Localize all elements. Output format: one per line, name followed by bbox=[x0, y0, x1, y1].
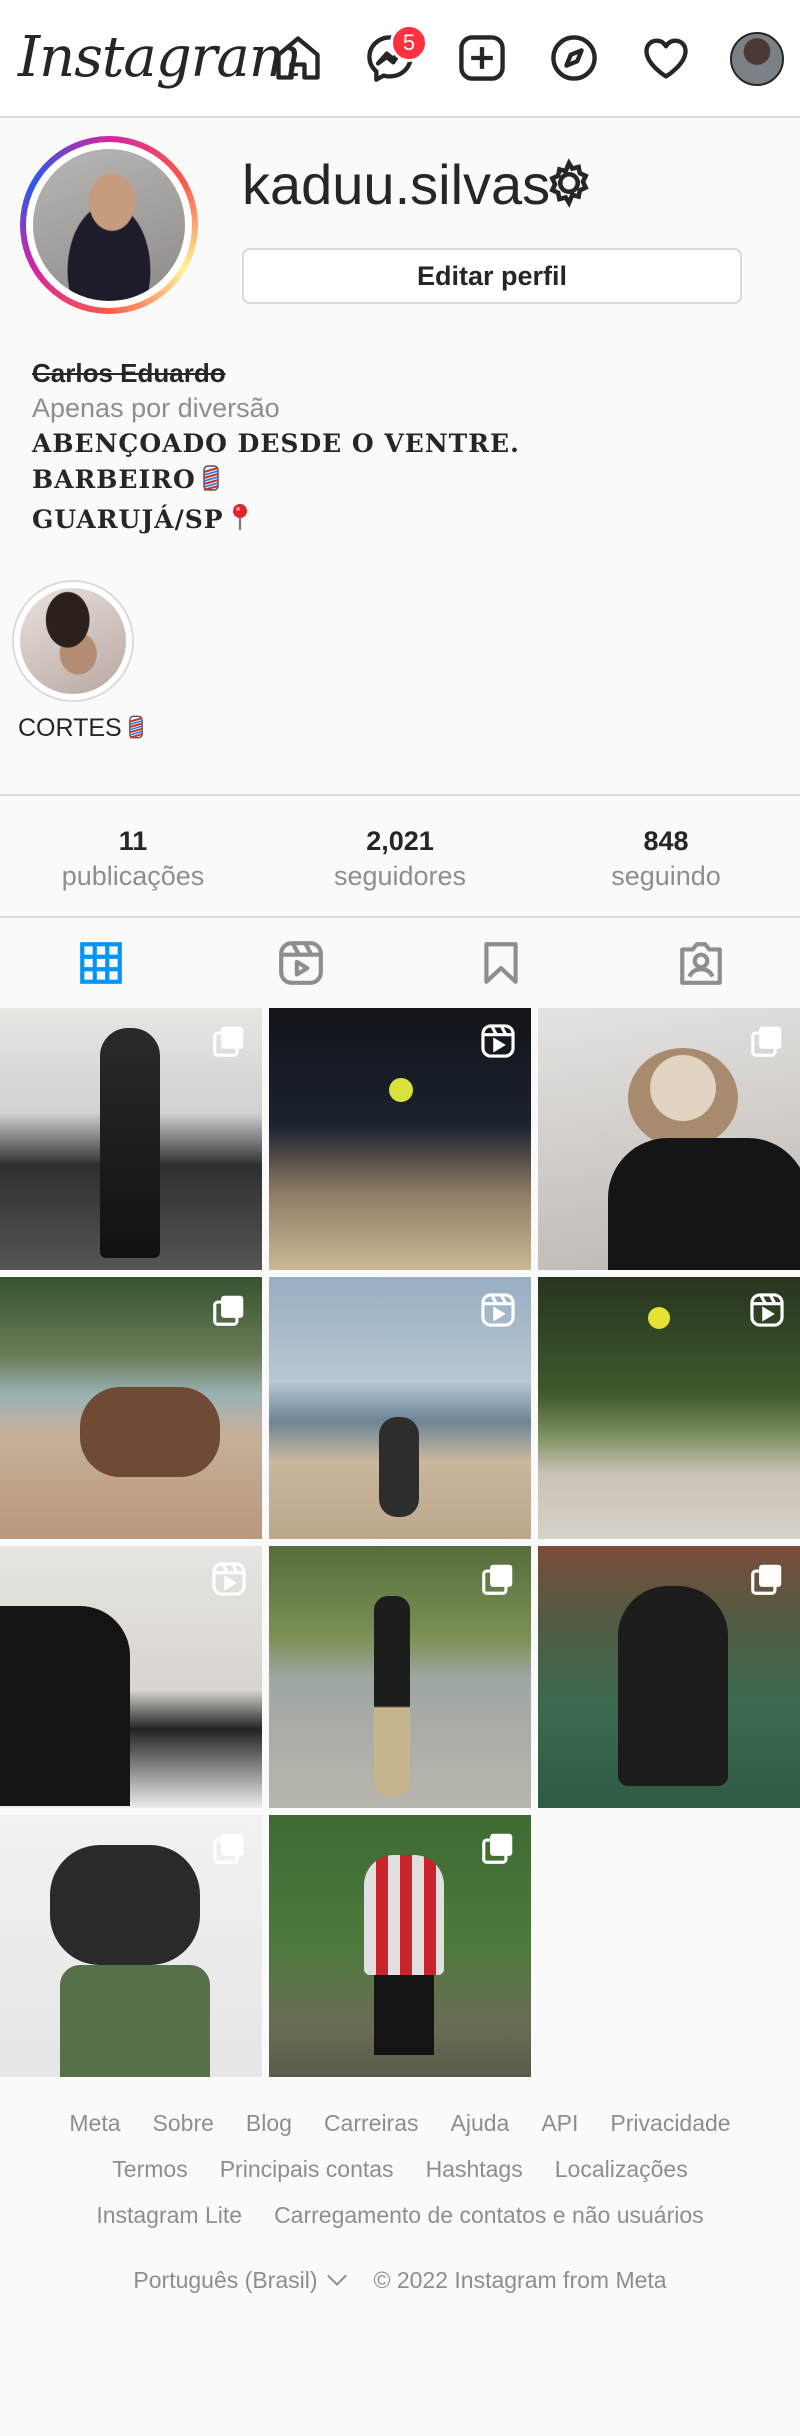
profile-tabs bbox=[0, 918, 800, 1008]
edit-profile-button[interactable]: Editar perfil bbox=[242, 248, 742, 304]
reel-icon bbox=[210, 1560, 248, 1598]
highlight-cover bbox=[20, 588, 126, 694]
following-count[interactable]: 848 seguindo bbox=[546, 824, 786, 894]
top-nav: Instagram 5 bbox=[0, 0, 800, 118]
post-thumbnail[interactable] bbox=[538, 1546, 800, 1808]
footer-link[interactable]: Hashtags bbox=[426, 2146, 523, 2192]
bookmark-icon[interactable] bbox=[476, 938, 526, 988]
footer-link[interactable]: Instagram Lite bbox=[96, 2192, 242, 2238]
activity-heart-icon[interactable] bbox=[640, 32, 692, 84]
bio-line: BARBEIRO bbox=[32, 462, 772, 502]
footer-link[interactable]: Principais contas bbox=[220, 2146, 394, 2192]
instagram-logo[interactable]: Instagram bbox=[18, 22, 302, 94]
reel-icon bbox=[479, 1291, 517, 1329]
settings-gear-icon[interactable] bbox=[544, 158, 594, 208]
chevron-down-icon bbox=[326, 2266, 347, 2286]
profile-avatar bbox=[33, 149, 185, 301]
footer-link[interactable]: Blog bbox=[246, 2100, 292, 2146]
footer-bottom: Português (Brasil) © 2022 Instagram from… bbox=[0, 2260, 800, 2300]
post-thumbnail[interactable] bbox=[0, 1546, 262, 1808]
language-selector[interactable]: Português (Brasil) bbox=[133, 2260, 347, 2300]
new-post-icon[interactable] bbox=[456, 32, 508, 84]
post-thumbnail[interactable] bbox=[538, 1277, 800, 1539]
post-thumbnail[interactable] bbox=[269, 1815, 531, 2077]
carousel-icon bbox=[479, 1560, 517, 1598]
messages-count-badge: 5 bbox=[390, 24, 428, 62]
post-thumbnail[interactable] bbox=[0, 1815, 262, 2077]
barber-pole-icon bbox=[128, 714, 144, 747]
footer-link[interactable]: Carregamento de contatos e não usuários bbox=[274, 2192, 704, 2238]
profile-bio: Carlos Eduardo Apenas por diversão ABENÇ… bbox=[32, 356, 772, 542]
carousel-icon bbox=[210, 1022, 248, 1060]
tagged-icon[interactable] bbox=[676, 938, 726, 988]
grid-icon[interactable] bbox=[76, 938, 126, 988]
footer-link[interactable]: Localizações bbox=[555, 2146, 688, 2192]
profile-username: kaduu.silvas bbox=[242, 153, 551, 216]
bio-line: ABENÇOADO DESDE O VENTRE. bbox=[32, 429, 520, 458]
carousel-icon bbox=[479, 1829, 517, 1867]
post-thumbnail[interactable] bbox=[538, 1008, 800, 1270]
carousel-icon bbox=[210, 1291, 248, 1329]
footer: Meta Sobre Blog Carreiras Ajuda API Priv… bbox=[0, 2100, 800, 2300]
bio-line: GUARUJÁ/SP bbox=[32, 502, 772, 542]
highlight-item[interactable]: CORTES bbox=[12, 580, 143, 742]
posts-count: 11 publicações bbox=[61, 826, 205, 891]
post-thumbnail[interactable] bbox=[269, 1546, 531, 1808]
carousel-icon bbox=[210, 1829, 248, 1867]
explore-icon[interactable] bbox=[548, 32, 600, 84]
post-thumbnail[interactable] bbox=[269, 1008, 531, 1270]
followers-count[interactable]: 2,021 seguidores bbox=[280, 824, 520, 894]
carousel-icon bbox=[748, 1560, 786, 1598]
reel-icon bbox=[748, 1291, 786, 1329]
profile-full-name: Carlos Eduardo bbox=[32, 358, 226, 388]
footer-links: Meta Sobre Blog Carreiras Ajuda API Priv… bbox=[0, 2100, 800, 2146]
profile-category: Apenas por diversão bbox=[32, 393, 280, 423]
post-thumbnail[interactable] bbox=[269, 1277, 531, 1539]
profile-stats: 11 publicações 2,021 seguidores 848 segu… bbox=[0, 794, 800, 918]
footer-link[interactable]: API bbox=[541, 2100, 578, 2146]
footer-links: Termos Principais contas Hashtags Locali… bbox=[0, 2146, 800, 2192]
post-thumbnail[interactable] bbox=[0, 1277, 262, 1539]
reels-icon[interactable] bbox=[276, 938, 326, 988]
reel-icon bbox=[479, 1022, 517, 1060]
footer-link[interactable]: Sobre bbox=[153, 2100, 214, 2146]
footer-link[interactable]: Meta bbox=[69, 2100, 120, 2146]
footer-links: Instagram Lite Carregamento de contatos … bbox=[0, 2192, 800, 2238]
round-pushpin-icon bbox=[230, 502, 250, 542]
footer-link[interactable]: Carreiras bbox=[324, 2100, 419, 2146]
post-thumbnail[interactable] bbox=[0, 1008, 262, 1270]
profile-avatar-icon[interactable] bbox=[730, 32, 784, 86]
story-ring[interactable] bbox=[20, 136, 198, 314]
carousel-icon bbox=[748, 1022, 786, 1060]
footer-link[interactable]: Privacidade bbox=[610, 2100, 730, 2146]
copyright: © 2022 Instagram from Meta bbox=[373, 2267, 667, 2293]
footer-link[interactable]: Termos bbox=[112, 2146, 187, 2192]
home-icon[interactable] bbox=[272, 32, 324, 84]
barber-pole-icon bbox=[202, 464, 220, 502]
highlight-label: CORTES bbox=[18, 714, 144, 747]
footer-link[interactable]: Ajuda bbox=[451, 2100, 510, 2146]
